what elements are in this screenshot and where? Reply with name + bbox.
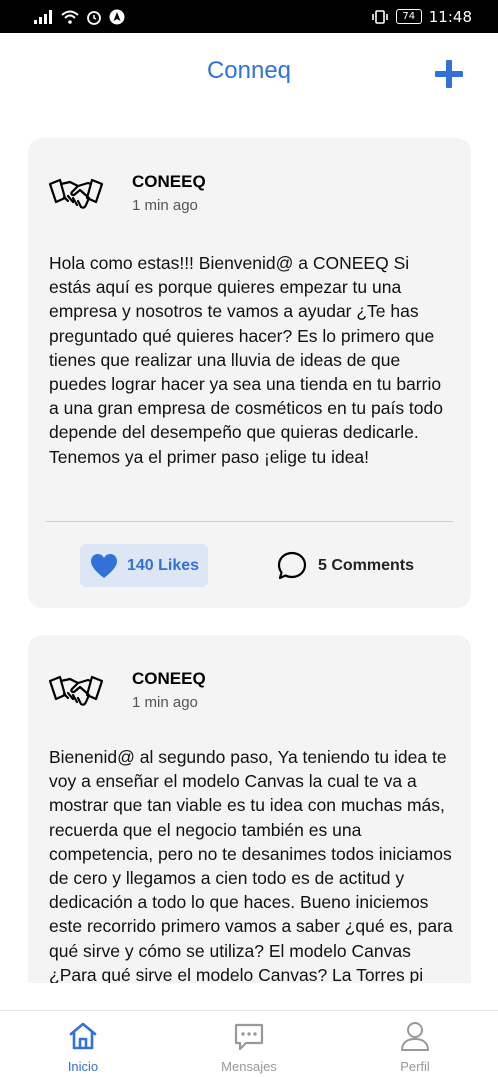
heart-icon xyxy=(91,553,117,578)
post-card: CONEEQ 1 min ago Hola como estas!!! Bien… xyxy=(28,138,471,608)
alarm-icon xyxy=(87,10,101,25)
post-meta: CONEEQ 1 min ago xyxy=(132,172,206,214)
battery-icon: 74 xyxy=(395,9,422,24)
status-icons-left xyxy=(34,9,125,25)
post-header: CONEEQ 1 min ago xyxy=(48,669,206,711)
nav-item-mensajes[interactable]: Mensajes xyxy=(166,1011,332,1077)
battery-level: 74 xyxy=(402,10,416,22)
status-time: 11:48 xyxy=(428,7,472,26)
post-header: CONEEQ 1 min ago xyxy=(48,172,206,214)
chat-icon xyxy=(234,1023,264,1051)
wifi-icon xyxy=(61,10,79,24)
nav-item-perfil[interactable]: Perfil xyxy=(332,1011,498,1077)
post-body: Bienenid@ al segundo paso, Ya teniendo t… xyxy=(49,747,453,983)
app-title: Conneq xyxy=(206,57,292,84)
status-bar: 74 11:48 xyxy=(0,0,498,33)
post-author: CONEEQ xyxy=(132,172,206,191)
home-icon xyxy=(69,1022,97,1050)
post-time: 1 min ago xyxy=(132,694,198,711)
post-card: CONEEQ 1 min ago Bienenid@ al segundo pa… xyxy=(28,635,471,983)
navigation-icon xyxy=(109,9,125,24)
post-divider xyxy=(46,521,453,522)
post-author: CONEEQ xyxy=(132,669,206,688)
like-button[interactable]: 140 Likes xyxy=(80,544,208,587)
plus-icon[interactable] xyxy=(434,59,464,89)
bottom-navigation: Inicio Mensajes Perfil xyxy=(0,1010,498,1077)
post-feed[interactable]: CONEEQ 1 min ago Hola como estas!!! Bien… xyxy=(0,113,498,983)
app-header: Conneq xyxy=(0,33,498,113)
likes-count: 140 Likes xyxy=(127,556,200,574)
nav-label-mensajes: Mensajes xyxy=(221,1059,277,1074)
signal-icon xyxy=(34,9,52,24)
comment-button[interactable]: 5 Comments xyxy=(276,544,414,587)
post-time: 1 min ago xyxy=(132,197,198,214)
comments-count: 5 Comments xyxy=(318,556,415,574)
handshake-icon xyxy=(48,178,104,209)
nav-label-perfil: Perfil xyxy=(400,1059,430,1074)
comment-icon xyxy=(277,551,307,579)
vibrate-icon xyxy=(371,9,388,24)
user-icon xyxy=(401,1022,429,1051)
nav-item-inicio[interactable]: Inicio xyxy=(0,1011,166,1077)
post-meta: CONEEQ 1 min ago xyxy=(132,669,206,711)
post-body: Hola como estas!!! Bienvenid@ a CONEEQ S… xyxy=(49,253,443,467)
status-icons-right: 74 11:48 xyxy=(371,8,472,26)
handshake-icon xyxy=(48,675,104,706)
nav-label-inicio: Inicio xyxy=(67,1059,99,1074)
